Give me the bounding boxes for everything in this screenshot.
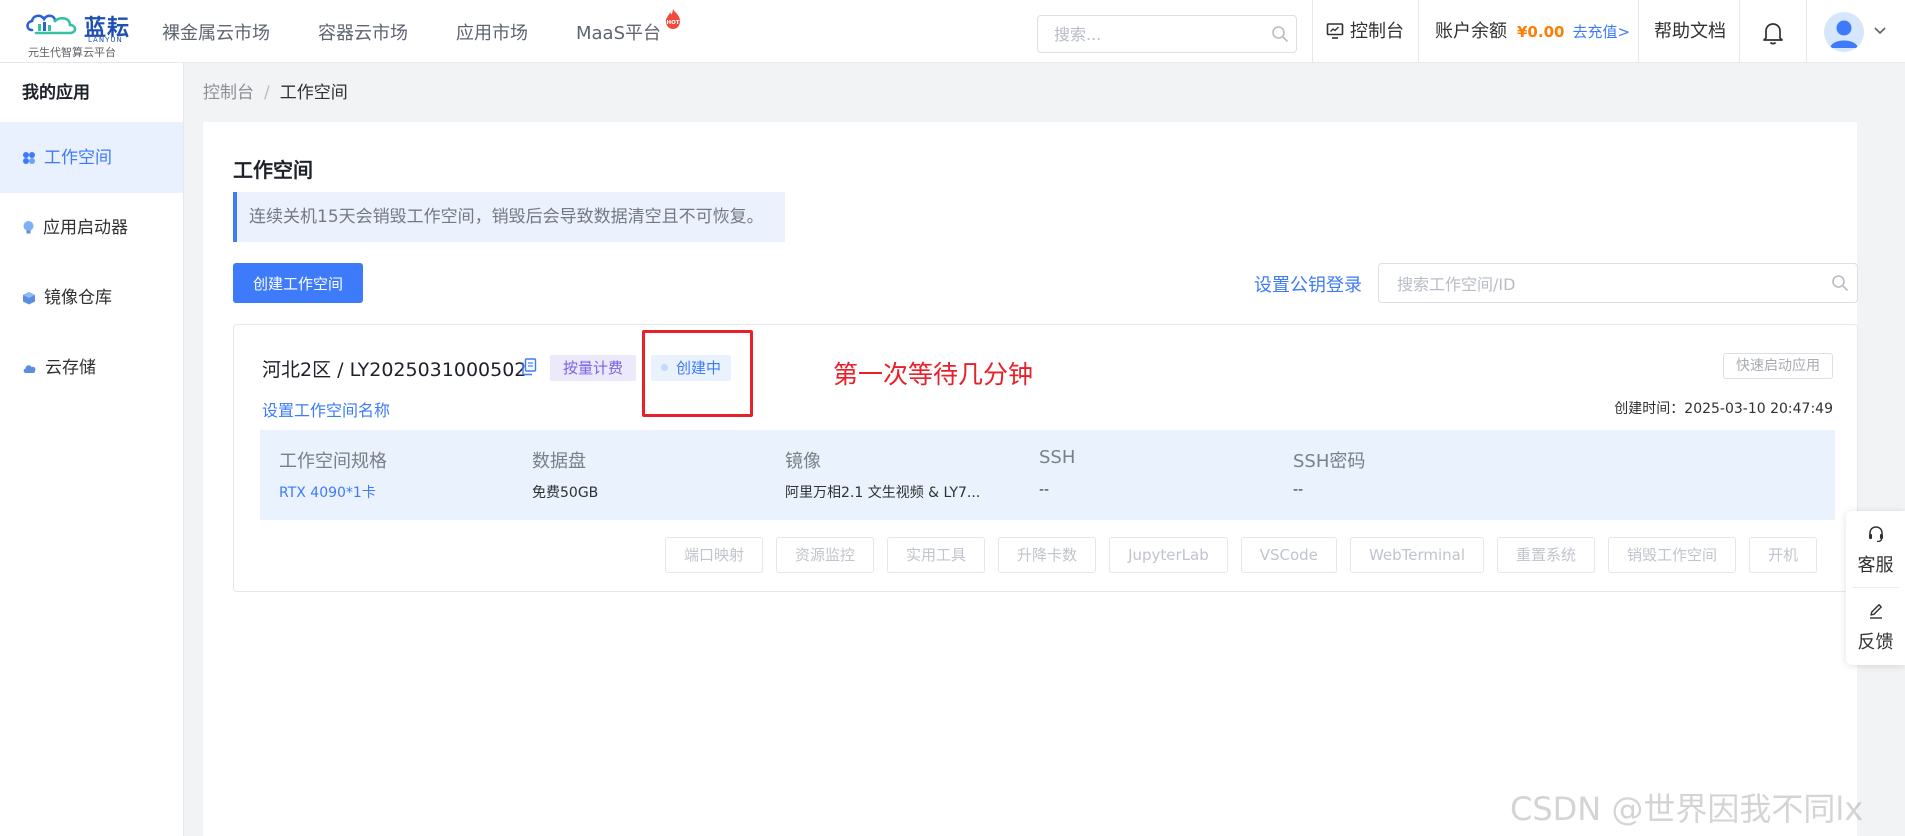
brand-logo[interactable]: 蓝耘 LANYUN 元生代智算云平台 [24,8,136,59]
search-icon[interactable] [1271,25,1289,43]
hot-badge-text: HOT [667,20,680,26]
feedback-button[interactable]: 反馈 [1846,588,1905,663]
sidebar-item-label: 镜像仓库 [44,288,112,308]
customer-service-label: 客服 [1857,555,1894,576]
nav-app-market[interactable]: 应用市场 [456,0,528,63]
help-docs-link[interactable]: 帮助文档 [1654,0,1726,63]
nav-maas[interactable]: MaaS平台 HOT [576,0,681,63]
spec-value-image: 阿里万相2.1 文生视频 & LY7... [785,485,981,501]
global-search[interactable] [1037,15,1297,53]
jupyterlab-button[interactable]: JupyterLab [1109,537,1228,573]
spec-label: SSH密码 [1293,451,1366,472]
hot-flame-icon: HOT [666,9,681,29]
cloud-icon [23,365,36,373]
headset-icon [1869,526,1883,543]
destroy-workspace-button[interactable]: 销毁工作空间 [1608,537,1737,573]
notice-banner: 连续关机15天会销毁工作空间，销毁后会导致数据清空且不可恢复。 [233,192,785,242]
cube-icon [23,292,35,305]
header-divider [1418,0,1419,63]
spec-value-ssh-password: -- [1293,482,1304,498]
resource-monitor-button[interactable]: 资源监控 [776,537,875,573]
sidebar-item-cloud-storage[interactable]: 云存储 [0,333,183,403]
sidebar-title: 我的应用 [0,63,183,123]
sidebar-item-label: 工作空间 [44,148,112,168]
header-divider [1806,0,1807,63]
spec-value-ssh: -- [1039,482,1050,498]
spec-label: 数据盘 [532,451,586,472]
sidebar: 我的应用 工作空间 应用启动器 镜像仓库 云存储 [0,63,184,836]
workspace-search[interactable] [1378,263,1858,303]
workspace-card: 河北2区 / LY2025031000502 按量计费 创建中 第一次等待几分钟… [233,324,1858,592]
spec-value-disk: 免费50GB [532,485,599,501]
recharge-link[interactable]: 去充值> [1572,23,1630,41]
port-mapping-button[interactable]: 端口映射 [665,537,764,573]
sidebar-item-image-repo[interactable]: 镜像仓库 [0,263,183,333]
breadcrumb-current: 工作空间 [279,83,348,103]
bell-icon[interactable] [1762,21,1784,45]
spec-label: SSH [1039,447,1076,468]
scale-gpu-button[interactable]: 升降卡数 [998,537,1097,573]
reset-system-button[interactable]: 重置系统 [1497,537,1596,573]
sidebar-item-workspace[interactable]: 工作空间 [0,123,183,193]
spec-value-gpu[interactable]: RTX 4090*1卡 [279,482,376,502]
power-on-button[interactable]: 开机 [1749,537,1818,573]
copy-icon[interactable] [521,358,537,376]
workspace-spec-table: 工作空间规格 RTX 4090*1卡 数据盘 免费50GB 镜像 阿里万相2.1… [260,430,1835,520]
chevron-down-icon[interactable] [1873,26,1887,36]
nav-container-cloud[interactable]: 容器云市场 [318,0,408,63]
page-title: 工作空间 [233,158,313,182]
workspace-panel: 工作空间 连续关机15天会销毁工作空间，销毁后会导致数据清空且不可恢复。 创建工… [203,122,1858,836]
header-divider [1638,0,1639,63]
global-search-input[interactable] [1054,24,1254,44]
brand-slogan: 元生代智算云平台 [28,46,116,59]
search-icon[interactable] [1831,274,1849,292]
header-divider [1739,0,1740,63]
workspace-name: 河北2区 / LY2025031000502 [262,359,527,381]
balance-amount: ¥0.00 [1517,23,1565,41]
nav-bare-metal[interactable]: 裸金属云市场 [162,0,270,63]
user-avatar-icon [1830,20,1858,48]
feedback-label: 反馈 [1857,632,1894,653]
floating-toolbar: 客服 反馈 [1846,511,1905,665]
quick-launch-button[interactable]: 快速启动应用 [1723,353,1833,379]
monitor-icon [1326,23,1344,39]
user-avatar[interactable] [1824,12,1864,52]
account-balance: 账户余额 ¥0.00 去充值> [1435,21,1631,42]
spec-label: 工作空间规格 [279,451,387,472]
workspace-icon [23,152,35,164]
set-workspace-name-link[interactable]: 设置工作空间名称 [262,397,390,421]
annotation-text: 第一次等待几分钟 [833,360,1034,389]
sidebar-item-app-launcher[interactable]: 应用启动器 [0,193,183,263]
workspace-actions: 端口映射 资源监控 实用工具 升降卡数 JupyterLab VSCode We… [665,537,1818,573]
breadcrumb-separator: / [264,83,270,103]
spec-label: 镜像 [785,451,821,472]
top-header: 蓝耘 LANYUN 元生代智算云平台 裸金属云市场 容器云市场 应用市场 Maa… [0,0,1905,63]
customer-service-button[interactable]: 客服 [1846,511,1905,586]
ssh-key-login-link[interactable]: 设置公钥登录 [1254,271,1362,297]
console-button[interactable]: 控制台 [1326,0,1404,63]
utilities-button[interactable]: 实用工具 [887,537,986,573]
csdn-watermark: CSDN @世界因我不同lx [1510,790,1864,828]
breadcrumb: 控制台 / 工作空间 [203,80,348,106]
workspace-search-input[interactable] [1397,274,1817,294]
billing-tag: 按量计费 [550,355,637,381]
vscode-button[interactable]: VSCode [1240,537,1337,573]
brand-name-en: LANYUN [88,36,123,44]
annotation-highlight-box [642,330,753,417]
webterminal-button[interactable]: WebTerminal [1349,537,1485,573]
header-divider [1312,0,1313,63]
sidebar-item-label: 应用启动器 [43,218,128,238]
cloud-logo-icon [26,14,77,35]
edit-icon [1870,604,1882,619]
sidebar-item-label: 云存储 [45,358,96,378]
bulb-icon [23,221,34,234]
top-nav: 裸金属云市场 容器云市场 应用市场 MaaS平台 HOT [162,0,709,63]
created-time: 创建时间：2025-03-10 20:47:49 [1614,401,1833,417]
breadcrumb-console[interactable]: 控制台 [203,83,254,103]
create-workspace-button[interactable]: 创建工作空间 [233,263,363,303]
